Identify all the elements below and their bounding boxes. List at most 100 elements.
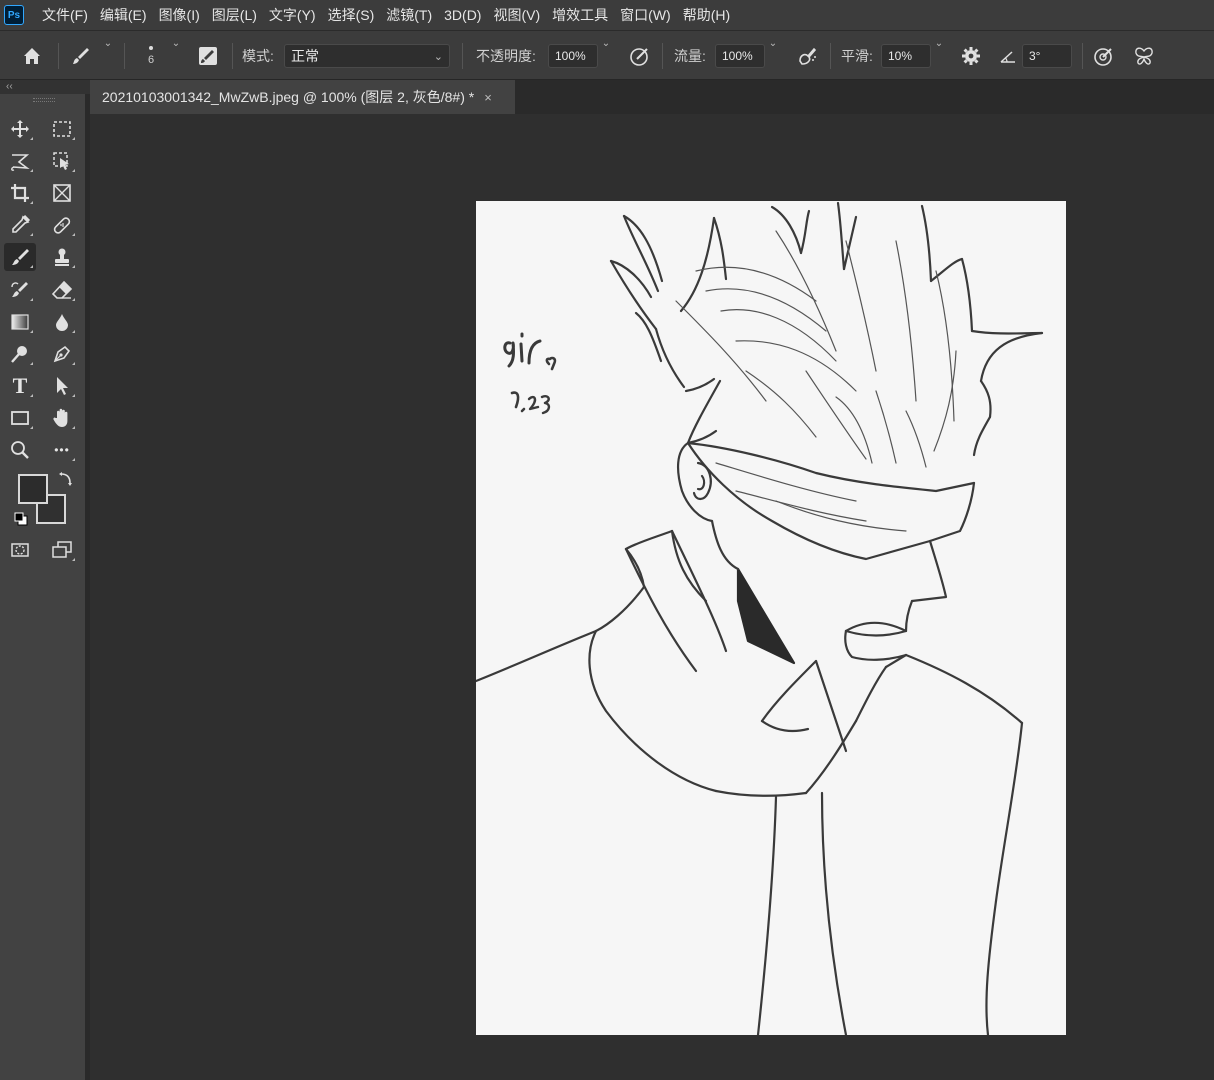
- menu-edit[interactable]: 编辑(E): [94, 0, 153, 30]
- submenu-indicator: [72, 458, 75, 461]
- brush-tool[interactable]: [4, 243, 36, 271]
- menu-3d[interactable]: 3D(D): [438, 0, 487, 30]
- canvas-workspace[interactable]: [90, 114, 1214, 1080]
- menu-view[interactable]: 视图(V): [487, 0, 546, 30]
- zoom-tool[interactable]: [4, 436, 36, 464]
- brush-icon: [73, 48, 89, 64]
- flow-input[interactable]: 100%: [715, 31, 765, 81]
- menu-filter[interactable]: 滤镜(T): [380, 0, 438, 30]
- menu-select[interactable]: 选择(S): [322, 0, 381, 30]
- pressure-size-toggle[interactable]: [1090, 31, 1118, 81]
- default-colors-icon[interactable]: [14, 512, 28, 526]
- menu-plugins[interactable]: 增效工具: [546, 0, 614, 30]
- hand-tool[interactable]: [46, 404, 78, 432]
- brush-size-picker[interactable]: 6: [140, 31, 162, 81]
- chevron-down-icon: ⌄: [171, 37, 181, 49]
- angle-input[interactable]: 3°: [1022, 31, 1072, 81]
- home-button[interactable]: [18, 31, 46, 81]
- gear-icon: [962, 47, 980, 65]
- tool-preset-picker[interactable]: [68, 31, 94, 81]
- mode-select[interactable]: 正常 ⌄: [284, 31, 450, 81]
- pen-icon: [53, 345, 71, 363]
- brush-size-dropdown[interactable]: ⌄: [168, 31, 184, 55]
- opacity-input[interactable]: 100%: [548, 31, 598, 81]
- photoshop-logo[interactable]: Ps: [4, 5, 24, 25]
- screen-mode-button[interactable]: [46, 536, 78, 564]
- separator: [232, 43, 233, 69]
- submenu-indicator: [72, 330, 75, 333]
- separator: [1082, 43, 1083, 69]
- panel-grip[interactable]: [33, 98, 55, 102]
- brush-settings-toggle[interactable]: [194, 31, 222, 81]
- menu-bar: Ps 文件(F) 编辑(E) 图像(I) 图层(L) 文字(Y) 选择(S) 滤…: [0, 0, 1214, 30]
- eyedropper-tool[interactable]: [4, 211, 36, 239]
- menu-file[interactable]: 文件(F): [36, 0, 94, 30]
- pen-tool[interactable]: [46, 340, 78, 368]
- dodge-tool[interactable]: [4, 340, 36, 368]
- path-select-tool[interactable]: [46, 372, 78, 400]
- smoothing-dropdown[interactable]: ⌄: [931, 31, 947, 55]
- opacity-value: 100%: [548, 44, 598, 68]
- history-brush-tool[interactable]: [4, 276, 36, 304]
- blur-tool[interactable]: [46, 308, 78, 336]
- submenu-indicator: [72, 362, 75, 365]
- angle-icon: [998, 31, 1018, 81]
- chevron-down-icon: ⌄: [103, 37, 113, 49]
- quick-mask-button[interactable]: [4, 536, 36, 564]
- document-tab-title: 20210103001342_MwZwB.jpeg @ 100% (图层 2, …: [102, 89, 475, 105]
- smoothing-input[interactable]: 10%: [881, 31, 931, 81]
- move-icon: [11, 120, 29, 138]
- menu-type[interactable]: 文字(Y): [263, 0, 322, 30]
- menu-help[interactable]: 帮助(H): [677, 0, 736, 30]
- collapse-panels-button[interactable]: ‹‹: [6, 81, 13, 92]
- marquee-icon: [53, 121, 71, 137]
- eyedropper-icon: [12, 214, 31, 233]
- sketch-artwork: [476, 201, 1044, 1035]
- clone-stamp-tool[interactable]: [46, 243, 78, 271]
- screen-mode-icon: [52, 541, 72, 558]
- submenu-indicator: [30, 233, 33, 236]
- gradient-icon: [11, 314, 29, 330]
- tools-panel: T •••: [0, 94, 86, 1080]
- menu-image[interactable]: 图像(I): [153, 0, 206, 30]
- frame-icon: [53, 184, 71, 202]
- airbrush-toggle[interactable]: [793, 31, 821, 81]
- bandage-icon: [53, 217, 71, 234]
- type-icon: T: [12, 373, 28, 398]
- type-tool[interactable]: T: [4, 372, 36, 400]
- opacity-dropdown[interactable]: ⌄: [598, 31, 614, 55]
- move-tool[interactable]: [4, 115, 36, 143]
- healing-brush-tool[interactable]: [46, 211, 78, 239]
- submenu-indicator: [30, 426, 33, 429]
- lasso-tool[interactable]: [4, 147, 36, 175]
- foreground-color-swatch[interactable]: [18, 474, 48, 504]
- eraser-tool[interactable]: [46, 276, 78, 304]
- crop-tool[interactable]: [4, 179, 36, 207]
- frame-tool[interactable]: [46, 179, 78, 207]
- close-tab-button[interactable]: ×: [484, 90, 492, 105]
- chevron-down-icon: ⌄: [433, 50, 443, 63]
- gradient-tool[interactable]: [4, 308, 36, 336]
- eraser-icon: [51, 280, 73, 299]
- more-tools[interactable]: •••: [46, 436, 78, 464]
- home-icon: [24, 48, 40, 64]
- symmetry-button[interactable]: [1130, 31, 1158, 81]
- smoothing-label: 平滑:: [841, 48, 873, 64]
- flow-value: 100%: [715, 44, 765, 68]
- panel-collapse-strip: ‹‹: [0, 80, 90, 94]
- flow-dropdown[interactable]: ⌄: [765, 31, 781, 55]
- tool-preset-dropdown[interactable]: ⌄: [100, 31, 116, 55]
- pressure-opacity-toggle[interactable]: [626, 31, 654, 81]
- menu-layer[interactable]: 图层(L): [206, 0, 263, 30]
- separator: [124, 43, 125, 69]
- smoothing-options-button[interactable]: [958, 31, 984, 81]
- document-tab-bar: 20210103001342_MwZwB.jpeg @ 100% (图层 2, …: [90, 80, 1214, 114]
- object-select-tool[interactable]: [46, 147, 78, 175]
- rect-marquee-tool[interactable]: [46, 115, 78, 143]
- separator: [662, 43, 663, 69]
- rectangle-tool[interactable]: [4, 404, 36, 432]
- swap-colors-icon[interactable]: [58, 472, 72, 486]
- document-tab[interactable]: 20210103001342_MwZwB.jpeg @ 100% (图层 2, …: [90, 80, 515, 114]
- menu-window[interactable]: 窗口(W): [614, 0, 677, 30]
- document-canvas[interactable]: [476, 201, 1066, 1035]
